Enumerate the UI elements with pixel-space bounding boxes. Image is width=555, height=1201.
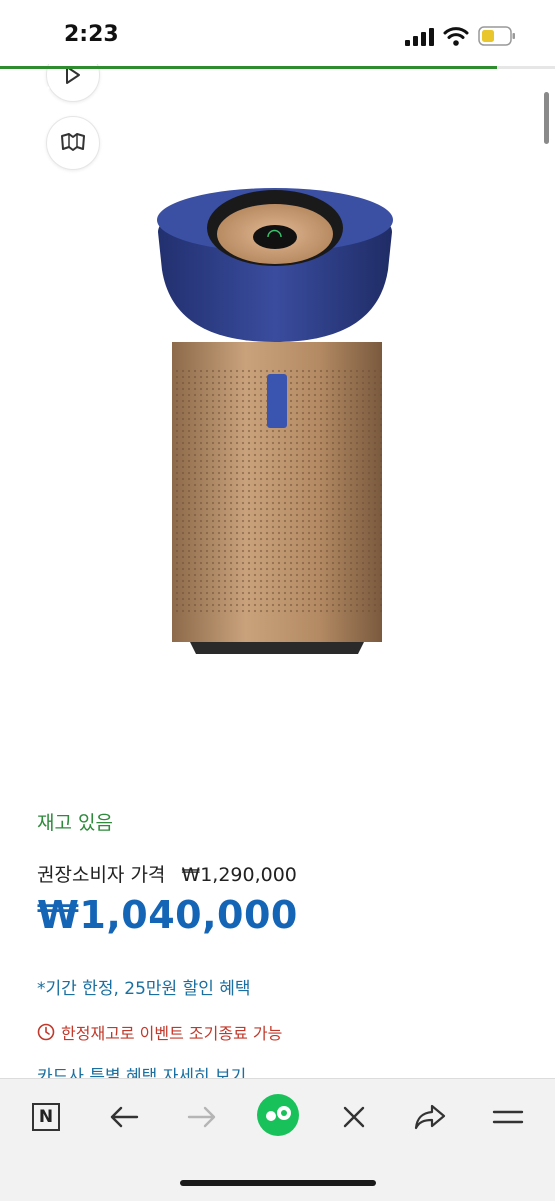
green-dot-button[interactable] — [256, 1093, 300, 1137]
close-icon — [343, 1106, 365, 1128]
page-load-progress — [0, 66, 497, 69]
back-button[interactable] — [106, 1099, 142, 1135]
menu-icon — [492, 1110, 524, 1124]
share-icon — [414, 1104, 446, 1130]
ar-view-button[interactable] — [46, 116, 100, 170]
rrp-label: 권장소비자 가격 — [37, 864, 166, 886]
status-bar: 2:23 — [0, 0, 555, 64]
wifi-icon — [443, 27, 469, 46]
ar-view-icon — [61, 133, 85, 151]
scroll-indicator[interactable] — [544, 92, 549, 144]
home-indicator[interactable] — [180, 1180, 376, 1186]
forward-arrow-icon — [187, 1106, 216, 1128]
rrp-line: 권장소비자 가격 ₩1,290,000 — [37, 860, 297, 887]
battery-low-icon — [478, 26, 515, 46]
cellular-signal-icon — [405, 28, 434, 46]
clock-icon — [37, 1023, 55, 1041]
naver-home-button[interactable]: N — [28, 1099, 64, 1135]
rrp-value: ₩1,290,000 — [181, 864, 297, 886]
limited-notice-text: 한정재고로 이벤트 조기종료 가능 — [61, 1024, 283, 1043]
stock-status: 재고 있음 — [37, 812, 113, 834]
close-icon[interactable] — [22, 84, 52, 114]
sale-price: ₩1,040,000 — [37, 893, 298, 937]
forward-button[interactable] — [184, 1099, 220, 1135]
n-home-icon: N — [32, 1103, 60, 1131]
product-image — [157, 188, 393, 654]
limited-stock-notice: 한정재고로 이벤트 조기종료 가능 — [37, 1020, 282, 1044]
promo-text: *기간 한정, 25만원 할인 혜택 — [37, 979, 251, 999]
green-dot-icon — [257, 1094, 299, 1136]
close-tab-button[interactable] — [336, 1099, 372, 1135]
back-arrow-icon — [110, 1106, 139, 1128]
status-time: 2:23 — [64, 22, 119, 47]
share-button[interactable] — [412, 1099, 448, 1135]
menu-button[interactable] — [490, 1099, 526, 1135]
